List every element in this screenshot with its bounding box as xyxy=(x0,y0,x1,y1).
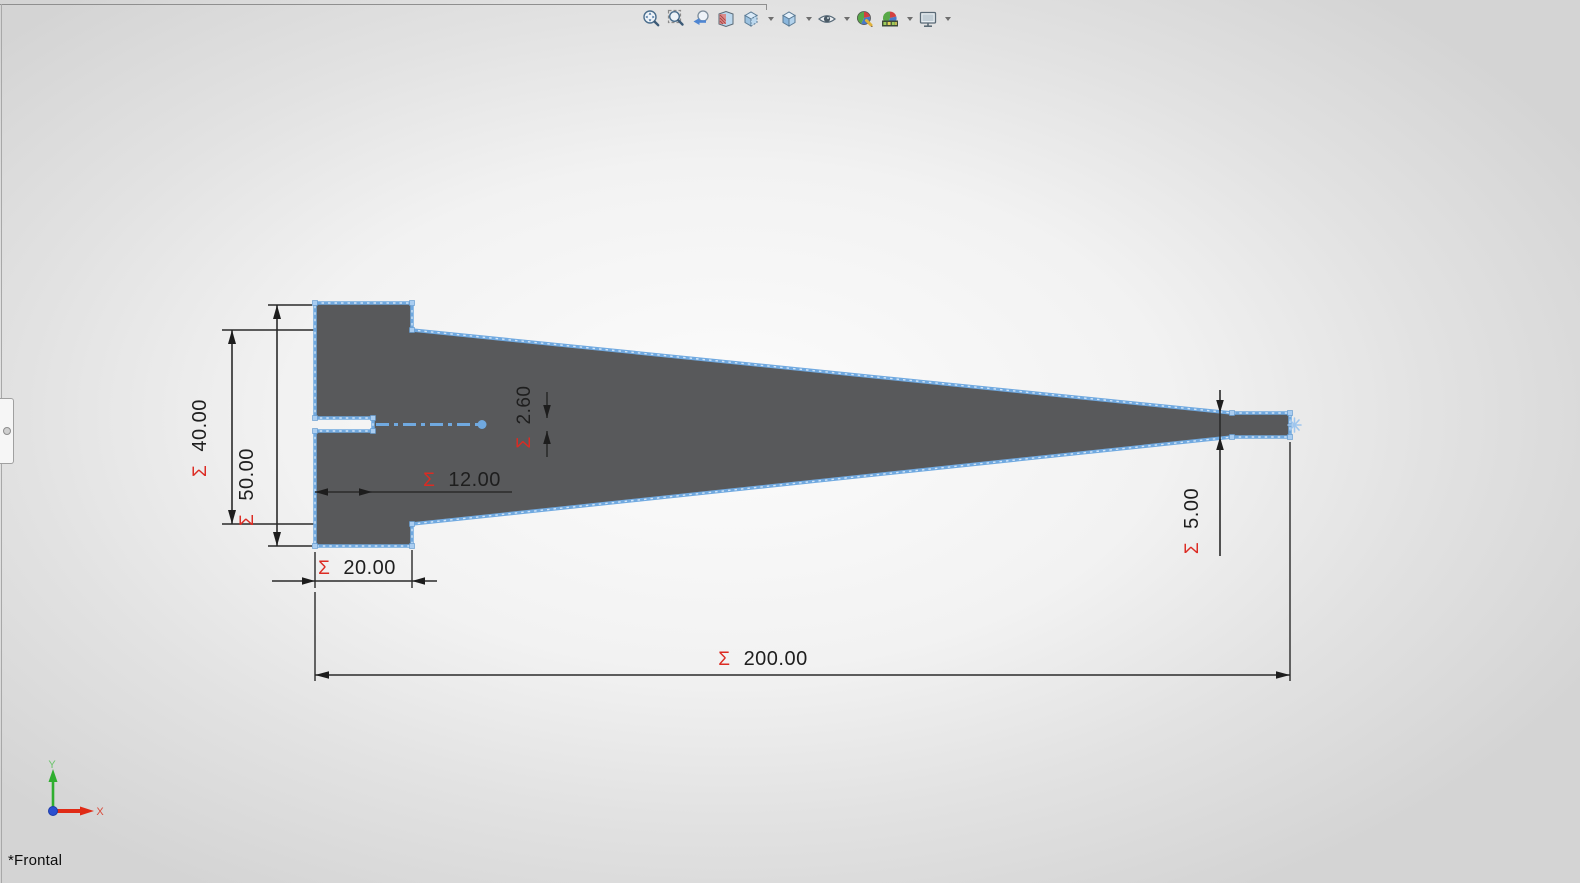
svg-text:Σ 5.00: Σ 5.00 xyxy=(1181,488,1203,554)
x-axis-label: X xyxy=(96,806,104,818)
dimension-flange-width[interactable]: Σ 20.00 xyxy=(318,557,396,579)
origin-point xyxy=(48,806,58,816)
sigma-symbol: Σ xyxy=(718,649,730,670)
collapse-dot-icon xyxy=(3,427,11,435)
dimension-value: 200.00 xyxy=(744,648,808,670)
dimension-slot-length[interactable]: Σ 12.00 xyxy=(423,469,501,491)
coincident-marker-icon xyxy=(1287,417,1302,433)
sigma-symbol: Σ xyxy=(514,436,535,448)
view-name-label: *Frontal xyxy=(8,852,63,869)
dimension-value: 12.00 xyxy=(448,469,501,491)
dimension-slot-height[interactable]: Σ 2.60 xyxy=(514,385,535,448)
dimension-value: 5.00 xyxy=(1181,488,1203,529)
graphics-area[interactable]: Σ 40.00 Σ 50.00 Σ 20.00 Σ 12.00 Σ 2.60 Σ… xyxy=(0,0,1580,883)
centerline-endpoint[interactable] xyxy=(477,420,487,429)
svg-text:Σ 12.00: Σ 12.00 xyxy=(423,469,501,491)
x-axis-arrow xyxy=(80,806,94,816)
sigma-symbol: Σ xyxy=(423,470,435,491)
panel-collapse-tab[interactable] xyxy=(0,398,14,464)
dimension-tip-height[interactable]: Σ 5.00 xyxy=(1181,488,1203,554)
dimension-flange-height[interactable]: Σ 50.00 xyxy=(236,448,258,526)
dimension-value: 50.00 xyxy=(236,448,258,501)
svg-text:Σ 200.00: Σ 200.00 xyxy=(718,648,807,670)
y-axis-label: Y xyxy=(48,759,56,771)
dimension-value: 20.00 xyxy=(343,557,396,579)
dimension-value: 2.60 xyxy=(514,385,535,424)
sigma-symbol: Σ xyxy=(318,558,330,579)
sigma-symbol: Σ xyxy=(190,465,211,477)
dimension-total-length[interactable]: Σ 200.00 xyxy=(718,648,807,670)
sigma-symbol: Σ xyxy=(1182,542,1203,554)
dimension-value: 40.00 xyxy=(189,399,211,452)
dimension-taper-root-height[interactable]: Σ 40.00 xyxy=(189,399,211,477)
orientation-triad: Y X xyxy=(48,759,104,818)
svg-text:Σ 20.00: Σ 20.00 xyxy=(318,557,396,579)
svg-text:Σ 2.60: Σ 2.60 xyxy=(514,385,535,448)
svg-text:Σ 40.00: Σ 40.00 xyxy=(189,399,211,477)
model-view: Σ 40.00 Σ 50.00 Σ 20.00 Σ 12.00 Σ 2.60 Σ… xyxy=(48,300,1302,818)
svg-text:Σ 50.00: Σ 50.00 xyxy=(236,448,258,526)
sigma-symbol: Σ xyxy=(237,514,258,526)
